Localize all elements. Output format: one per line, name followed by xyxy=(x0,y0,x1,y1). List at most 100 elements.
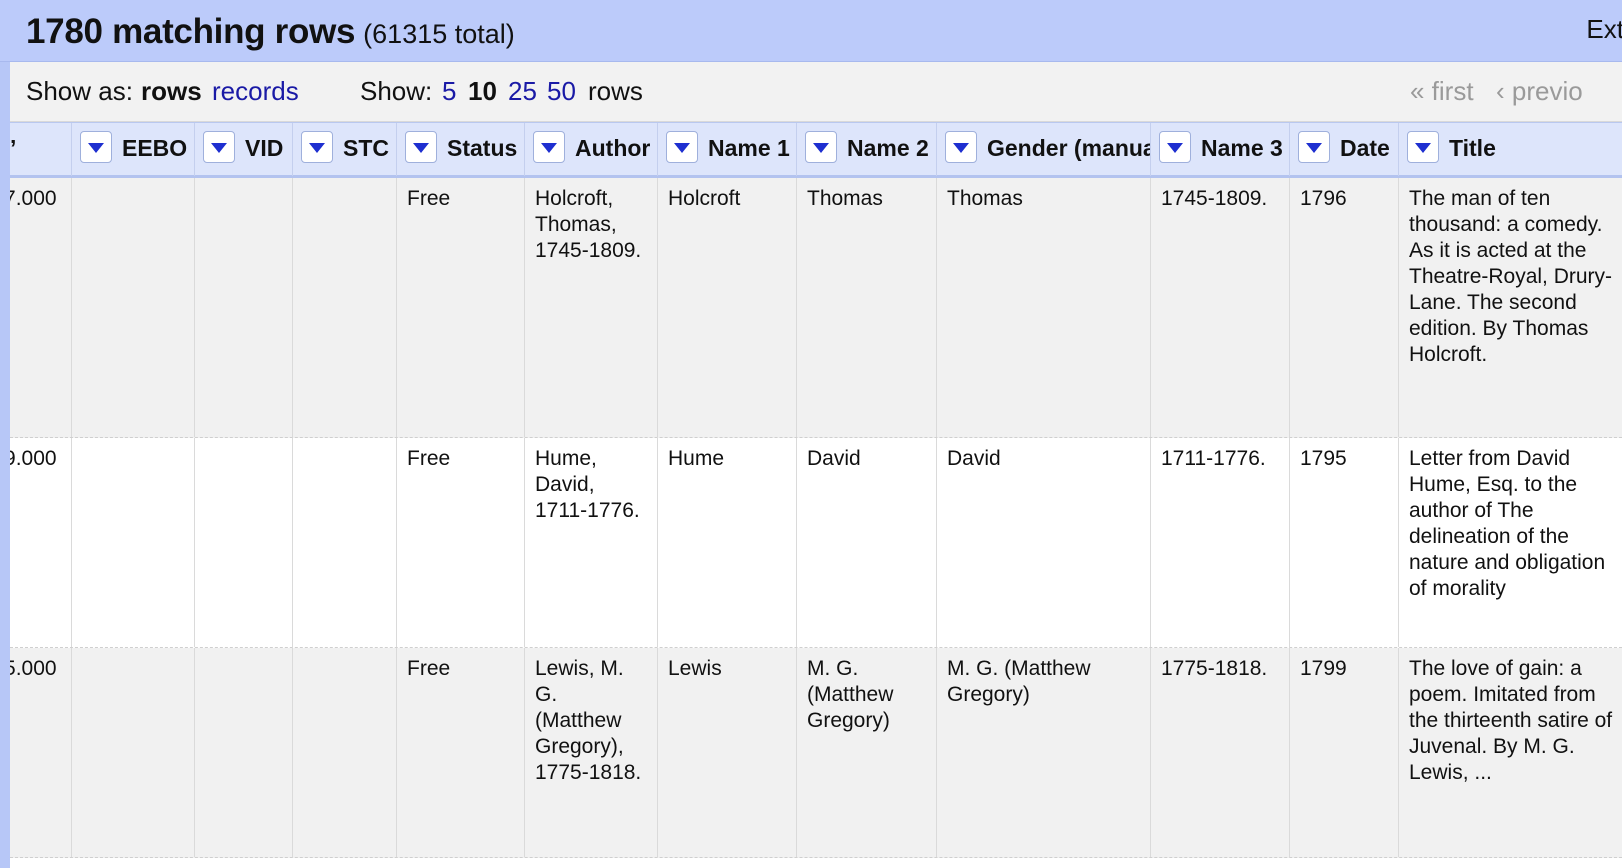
column-header-label: Status xyxy=(447,135,518,161)
cell-text: 1799 xyxy=(1300,657,1347,680)
column-header-id: ’ xyxy=(10,123,72,176)
cell-text: The man of ten thousand: a comedy. As it… xyxy=(1409,187,1613,366)
table-cell-id: 7.000 xyxy=(10,178,72,437)
table-cell-id: 5.000 xyxy=(10,648,72,857)
table-cell-stc xyxy=(293,648,397,857)
show-label: Show: xyxy=(360,76,433,106)
table-cell-title: Letter from David Hume, Esq. to the auth… xyxy=(1399,438,1622,647)
column-header-stc: STC xyxy=(293,123,397,176)
matching-rows-count: 1780 matching rows xyxy=(26,12,356,51)
left-edge-strip xyxy=(0,0,10,868)
column-menu-dropdown-icon[interactable] xyxy=(1159,131,1191,163)
column-menu-dropdown-icon[interactable] xyxy=(666,131,698,163)
cell-text: 1795 xyxy=(1300,447,1347,470)
table-cell-title: The man of ten thousand: a comedy. As it… xyxy=(1399,178,1622,437)
cell-text: Thomas xyxy=(947,187,1023,210)
table-cell-name-2: David xyxy=(797,438,937,647)
column-header-label: EEBO xyxy=(122,135,188,161)
column-header-name-2: Name 2 xyxy=(797,123,937,176)
table-row: 7.000 Free Holcroft, Thomas, 1745-1809. Hol… xyxy=(10,178,1622,438)
column-menu-dropdown-icon[interactable] xyxy=(405,131,437,163)
column-header-label: Gender (manual) xyxy=(987,135,1150,161)
column-menu-dropdown-icon[interactable] xyxy=(80,131,112,163)
cell-text: Hume, David, 1711-1776. xyxy=(535,447,640,522)
column-header-label: Name 3 xyxy=(1201,135,1283,161)
table-cell-name-2: M. G. (Matthew Gregory) xyxy=(797,648,937,857)
table-cell-stc xyxy=(293,178,397,437)
table-cell-name-3: 1711-1776. xyxy=(1151,438,1290,647)
cell-text: .000 xyxy=(15,657,57,680)
table-cell-status: Free xyxy=(397,438,525,647)
column-menu-dropdown-icon[interactable] xyxy=(1298,131,1330,163)
column-header-label: VID xyxy=(245,135,284,161)
table-cell-author: Hume, David, 1711-1776. xyxy=(525,438,658,647)
total-rows-count: (61315 total) xyxy=(363,19,515,49)
first-page-link[interactable]: « first xyxy=(1410,76,1474,107)
table-cell-stc xyxy=(293,438,397,647)
table-cell-name-1: Holcroft xyxy=(658,178,797,437)
table-cell-date: 1799 xyxy=(1290,648,1399,857)
column-header-vid: VID xyxy=(195,123,293,176)
table-cell-status: Free xyxy=(397,178,525,437)
column-header-label: STC xyxy=(343,135,389,161)
page-size-5[interactable]: 5 xyxy=(442,76,456,107)
show-as-records-link[interactable]: records xyxy=(212,76,299,107)
page-size-25[interactable]: 25 xyxy=(508,76,537,107)
column-header-label: ’ xyxy=(10,135,17,161)
results-header: 1780 matching rows (61315 total) Ext xyxy=(0,0,1622,62)
table-cell-name-1: Hume xyxy=(658,438,797,647)
cell-text: Holcroft xyxy=(668,187,741,210)
column-header-label: Name 2 xyxy=(847,135,929,161)
table-cell-vid xyxy=(195,178,293,437)
column-menu-dropdown-icon[interactable] xyxy=(805,131,837,163)
view-controls: Show as: rows records Show: 5 10 25 50 r… xyxy=(10,62,1622,122)
column-header-label: Title xyxy=(1449,135,1496,161)
table-cell-name-3: 1775-1818. xyxy=(1151,648,1290,857)
column-header-name-1: Name 1 xyxy=(658,123,797,176)
column-header-label: Date xyxy=(1340,135,1390,161)
cell-text: Free xyxy=(407,187,451,210)
cell-text: .000 xyxy=(15,187,57,210)
column-header-author: Author xyxy=(525,123,658,176)
table-cell-status: Free xyxy=(397,648,525,857)
column-menu-dropdown-icon[interactable] xyxy=(945,131,977,163)
table-header: ’ EEBO VID STC Status Author Name 1 Name 2 Gende… xyxy=(10,122,1622,178)
table-cell-name-3: 1745-1809. xyxy=(1151,178,1290,437)
cell-text: M. G. (Matthew Gregory) xyxy=(947,657,1091,706)
column-header-date: Date xyxy=(1290,123,1399,176)
table-cell-name-1: Lewis xyxy=(658,648,797,857)
cell-text: M. G. (Matthew Gregory) xyxy=(807,657,894,732)
cell-text: Thomas xyxy=(807,187,883,210)
table-cell-eebo xyxy=(72,438,195,647)
cell-text: Lewis, M. G. (Matthew Gregory), 1775-181… xyxy=(535,657,642,784)
cell-text: Free xyxy=(407,657,451,680)
page-size-10[interactable]: 10 xyxy=(468,76,497,107)
previous-page-link[interactable]: ‹ previo xyxy=(1496,76,1583,107)
cell-text: David xyxy=(807,447,861,470)
table-row: 9.000 Free Hume, David, 1711-1776. Hume Davi… xyxy=(10,438,1622,648)
column-menu-dropdown-icon[interactable] xyxy=(533,131,565,163)
cell-text: 1745-1809. xyxy=(1161,187,1268,210)
table-cell-eebo xyxy=(72,648,195,857)
cell-text: Holcroft, Thomas, 1745-1809. xyxy=(535,187,642,262)
column-header-title: Title xyxy=(1399,123,1622,176)
table-cell-gender-manual: David xyxy=(937,438,1151,647)
column-menu-dropdown-icon[interactable] xyxy=(1407,131,1439,163)
cell-text: .000 xyxy=(15,447,57,470)
extensions-menu[interactable]: Ext xyxy=(1586,14,1622,45)
table-cell-title: The love of gain: a poem. Imitated from … xyxy=(1399,648,1622,857)
match-count: 1780 matching rows (61315 total) xyxy=(26,12,515,52)
page-size-50[interactable]: 50 xyxy=(547,76,576,107)
column-menu-dropdown-icon[interactable] xyxy=(203,131,235,163)
cell-text: Lewis xyxy=(668,657,722,680)
column-menu-dropdown-icon[interactable] xyxy=(301,131,333,163)
table-cell-author: Lewis, M. G. (Matthew Gregory), 1775-181… xyxy=(525,648,658,857)
show-as-rows[interactable]: rows xyxy=(141,76,202,107)
column-header-label: Name 1 xyxy=(708,135,790,161)
table-cell-eebo xyxy=(72,178,195,437)
table-cell-name-2: Thomas xyxy=(797,178,937,437)
table-cell-vid xyxy=(195,648,293,857)
table-cell-gender-manual: M. G. (Matthew Gregory) xyxy=(937,648,1151,857)
column-header-name-3: Name 3 xyxy=(1151,123,1290,176)
column-header-label: Author xyxy=(575,135,651,161)
